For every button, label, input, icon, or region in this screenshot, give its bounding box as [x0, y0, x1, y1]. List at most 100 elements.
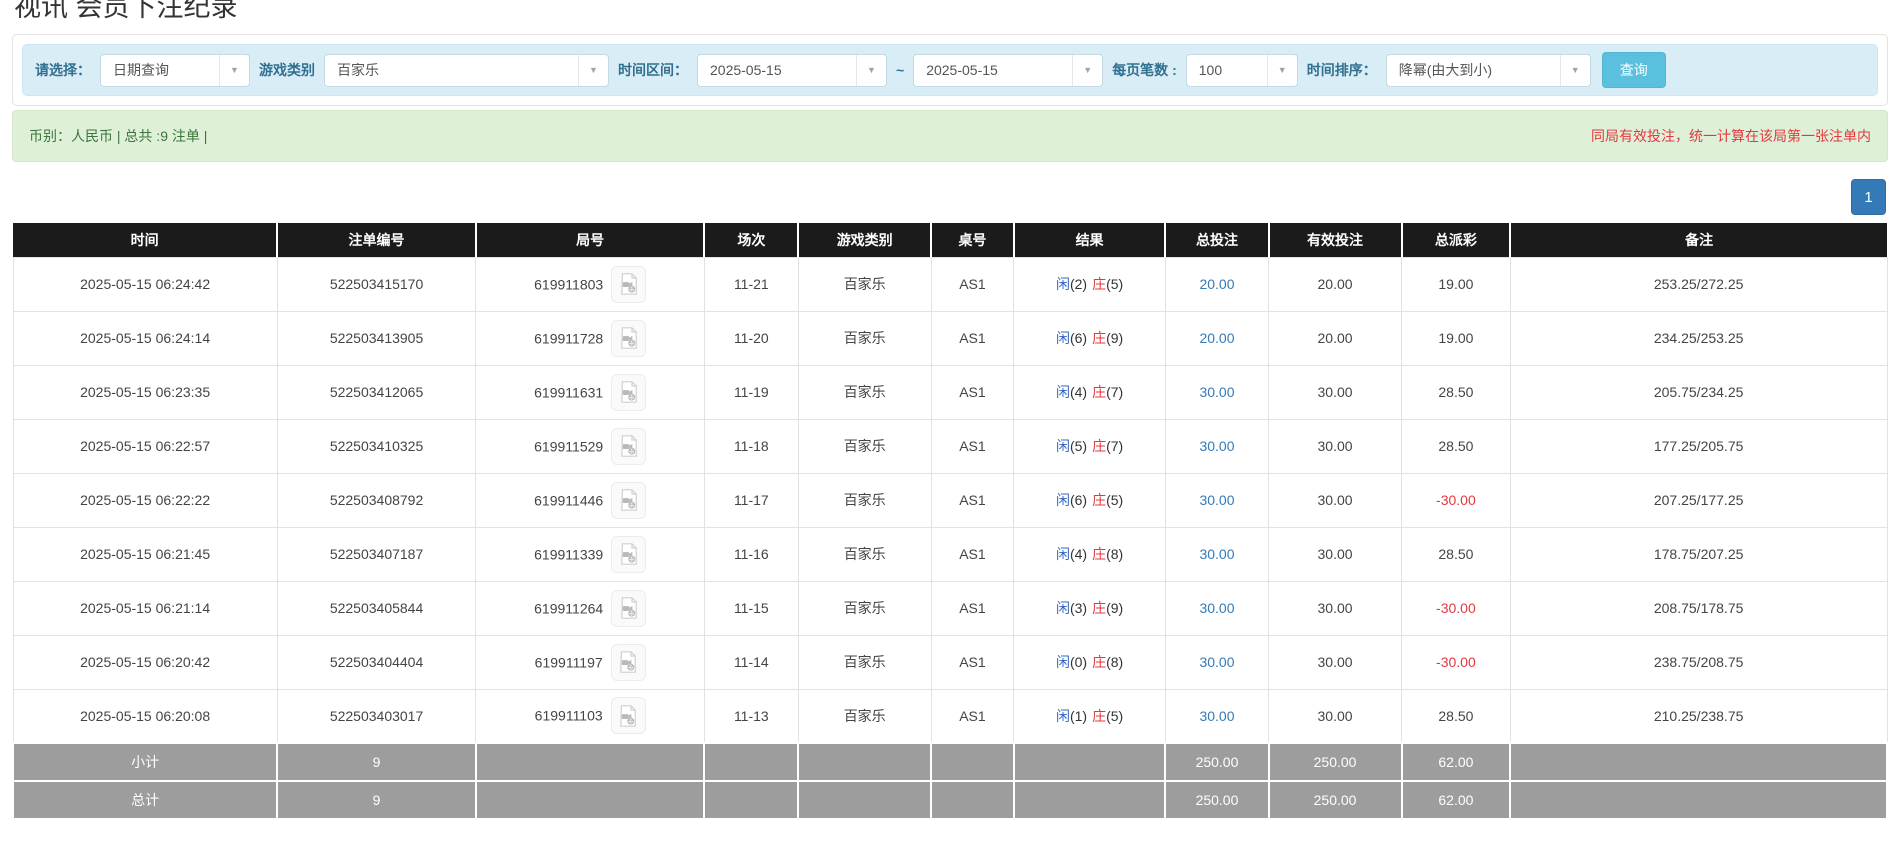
- result-banker: 庄: [1092, 546, 1106, 562]
- video-file-icon: [617, 596, 641, 620]
- grand-total-row: 总计9250.00250.0062.00: [13, 781, 1887, 819]
- video-replay-button[interactable]: [611, 374, 646, 411]
- video-replay-button[interactable]: [611, 644, 646, 681]
- query-mode-select[interactable]: 日期查询 ▼: [100, 54, 250, 87]
- page-size-select[interactable]: 100 ▼: [1186, 54, 1298, 87]
- cell-session: 11-20: [704, 311, 798, 365]
- cell-round-no: 619911631: [476, 365, 705, 419]
- result-banker-points: (9): [1106, 330, 1123, 346]
- cell-bet-no: 522503408792: [277, 473, 476, 527]
- cell-time: 2025-05-15 06:20:08: [13, 689, 277, 743]
- header-remark: 备注: [1510, 223, 1887, 257]
- header-total-bet: 总投注: [1165, 223, 1268, 257]
- result-banker: 庄: [1092, 492, 1106, 508]
- video-file-icon: [616, 704, 640, 728]
- video-replay-button[interactable]: [611, 482, 646, 519]
- cell-round-no: 619911529: [476, 419, 705, 473]
- footer-game-type: [798, 743, 931, 781]
- result-banker: 庄: [1092, 384, 1106, 400]
- video-replay-button[interactable]: [611, 697, 646, 734]
- total-bet-link[interactable]: 20.00: [1199, 330, 1234, 346]
- footer-game-type: [798, 781, 931, 819]
- video-replay-button[interactable]: [611, 428, 646, 465]
- video-file-icon: [617, 434, 641, 458]
- cell-result: 闲(5)庄(7): [1014, 419, 1166, 473]
- result-player-points: (2): [1070, 276, 1087, 292]
- result-banker-points: (9): [1106, 600, 1123, 616]
- round-no-text: 619911631: [534, 384, 603, 400]
- page-1-button[interactable]: 1: [1851, 179, 1886, 215]
- total-bet-link[interactable]: 30.00: [1199, 438, 1234, 454]
- time-sort-value: 降幂(由大到小): [1387, 60, 1560, 80]
- cell-remark: 208.75/178.75: [1510, 581, 1887, 635]
- game-type-select[interactable]: 百家乐 ▼: [324, 54, 609, 87]
- footer-payout: 62.00: [1402, 781, 1511, 819]
- cell-valid-bet: 20.00: [1269, 311, 1402, 365]
- cell-table-no: AS1: [931, 473, 1013, 527]
- round-no-text: 619911339: [534, 546, 603, 562]
- cell-result: 闲(1)庄(5): [1014, 689, 1166, 743]
- date-from-value: 2025-05-15: [698, 62, 856, 78]
- result-player: 闲: [1056, 708, 1070, 724]
- footer-total-bet: 250.00: [1165, 781, 1268, 819]
- chevron-down-icon: ▼: [578, 55, 608, 86]
- result-banker: 庄: [1092, 654, 1106, 670]
- cell-payout: 19.00: [1402, 257, 1511, 311]
- cell-total-bet: 30.00: [1165, 419, 1268, 473]
- footer-round-no: [476, 743, 705, 781]
- search-button[interactable]: 查询: [1602, 52, 1666, 88]
- cell-remark: 177.25/205.75: [1510, 419, 1887, 473]
- cell-round-no: 619911728: [476, 311, 705, 365]
- result-banker: 庄: [1092, 600, 1106, 616]
- footer-count: 9: [277, 781, 476, 819]
- range-separator: ~: [896, 62, 904, 78]
- result-banker-points: (8): [1106, 546, 1123, 562]
- total-bet-link[interactable]: 30.00: [1199, 384, 1234, 400]
- result-player-points: (0): [1070, 654, 1087, 670]
- date-to-select[interactable]: 2025-05-15 ▼: [913, 54, 1103, 87]
- table-body: 2025-05-15 06:24:42522503415170619911803…: [13, 257, 1887, 819]
- video-replay-button[interactable]: [611, 536, 646, 573]
- date-to-value: 2025-05-15: [914, 62, 1072, 78]
- table-header: 时间 注单编号 局号 场次 游戏类别 桌号 结果 总投注 有效投注 总派彩 备注: [13, 223, 1887, 257]
- cell-valid-bet: 30.00: [1269, 419, 1402, 473]
- date-from-select[interactable]: 2025-05-15 ▼: [697, 54, 887, 87]
- cell-time: 2025-05-15 06:22:22: [13, 473, 277, 527]
- cell-game-type: 百家乐: [798, 689, 931, 743]
- video-replay-button[interactable]: [611, 266, 646, 303]
- bet-records-table: 时间 注单编号 局号 场次 游戏类别 桌号 结果 总投注 有效投注 总派彩 备注…: [12, 223, 1888, 820]
- total-bet-link[interactable]: 30.00: [1199, 546, 1234, 562]
- footer-label: 小计: [13, 743, 277, 781]
- summary-bar: 币别：人民币 | 总共 :9 注单 | 同局有效投注，统一计算在该局第一张注单内: [12, 110, 1888, 162]
- round-no-text: 619911264: [534, 600, 603, 616]
- time-sort-label: 时间排序：: [1307, 60, 1377, 80]
- result-banker: 庄: [1092, 708, 1106, 724]
- cell-game-type: 百家乐: [798, 257, 931, 311]
- total-bet-link[interactable]: 30.00: [1199, 600, 1234, 616]
- cell-session: 11-15: [704, 581, 798, 635]
- round-no-text: 619911103: [535, 708, 603, 724]
- total-bet-link[interactable]: 30.00: [1199, 492, 1234, 508]
- total-bet-link[interactable]: 20.00: [1199, 276, 1234, 292]
- cell-total-bet: 30.00: [1165, 635, 1268, 689]
- video-file-icon: [616, 650, 640, 674]
- result-player-points: (1): [1070, 708, 1087, 724]
- valid-bet-notice: 同局有效投注，统一计算在该局第一张注单内: [1591, 126, 1871, 146]
- total-bet-link[interactable]: 30.00: [1199, 708, 1234, 724]
- cell-session: 11-17: [704, 473, 798, 527]
- game-type-value: 百家乐: [325, 60, 578, 80]
- time-sort-select[interactable]: 降幂(由大到小) ▼: [1386, 54, 1591, 87]
- cell-valid-bet: 30.00: [1269, 635, 1402, 689]
- footer-result: [1014, 743, 1166, 781]
- cell-game-type: 百家乐: [798, 311, 931, 365]
- video-replay-button[interactable]: [611, 590, 646, 627]
- cell-table-no: AS1: [931, 581, 1013, 635]
- total-bet-link[interactable]: 30.00: [1199, 654, 1234, 670]
- table-row: 2025-05-15 06:20:08522503403017619911103…: [13, 689, 1887, 743]
- video-file-icon: [617, 326, 641, 350]
- cell-payout: -30.00: [1402, 581, 1511, 635]
- cell-result: 闲(4)庄(8): [1014, 527, 1166, 581]
- video-replay-button[interactable]: [611, 320, 646, 357]
- cell-payout: 28.50: [1402, 419, 1511, 473]
- cell-game-type: 百家乐: [798, 365, 931, 419]
